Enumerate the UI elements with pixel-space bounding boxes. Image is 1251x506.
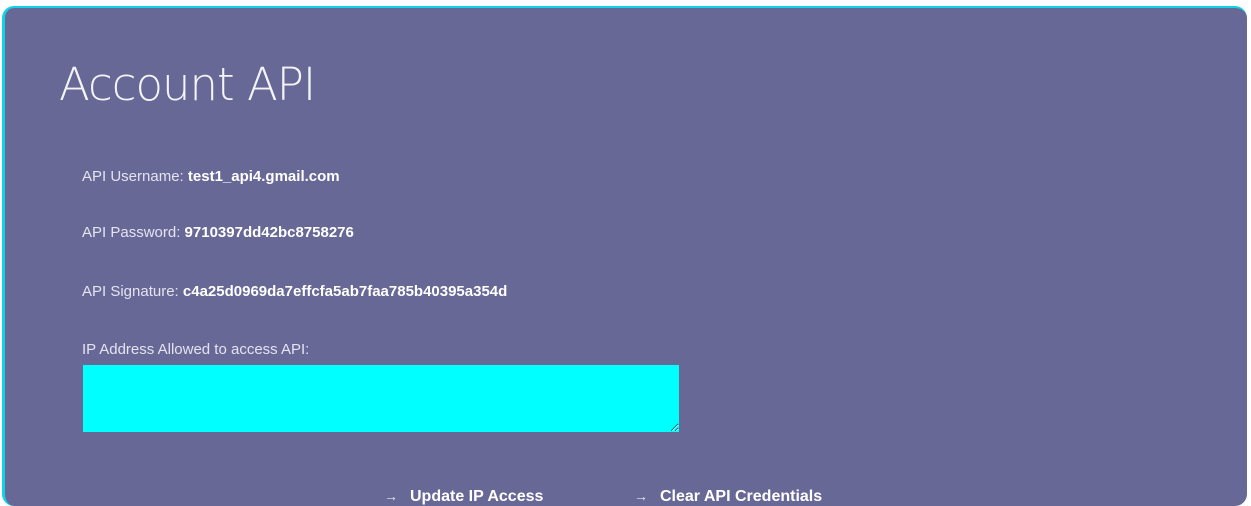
ip-address-label: IP Address Allowed to access API: <box>82 341 310 358</box>
arrow-right-icon: → <box>384 488 398 504</box>
page-title: Account API <box>59 58 316 111</box>
api-password-row: API Password: 9710397dd42bc8758276 <box>82 224 354 241</box>
api-signature-row: API Signature: c4a25d0969da7effcfa5ab7fa… <box>82 283 507 300</box>
api-password-label: API Password: <box>82 224 181 241</box>
arrow-right-icon: → <box>634 488 648 504</box>
account-api-panel: Account API API Username: test1_api4.gma… <box>2 6 1247 506</box>
api-username-row: API Username: test1_api4.gmail.com <box>82 168 340 185</box>
api-signature-value: c4a25d0969da7effcfa5ab7faa785b40395a354d <box>182 283 508 300</box>
update-ip-access-label: Update IP Access <box>410 488 544 505</box>
api-username-value: test1_api4.gmail.com <box>187 168 340 185</box>
clear-api-credentials-button[interactable]: → Clear API Credentials <box>634 488 822 506</box>
api-username-label: API Username: <box>82 168 184 185</box>
clear-api-credentials-label: Clear API Credentials <box>660 488 823 505</box>
api-signature-label: API Signature: <box>82 283 179 300</box>
api-password-value: 9710397dd42bc8758276 <box>184 224 354 241</box>
ip-address-input[interactable] <box>83 365 679 432</box>
update-ip-access-button[interactable]: → Update IP Access <box>384 488 543 506</box>
